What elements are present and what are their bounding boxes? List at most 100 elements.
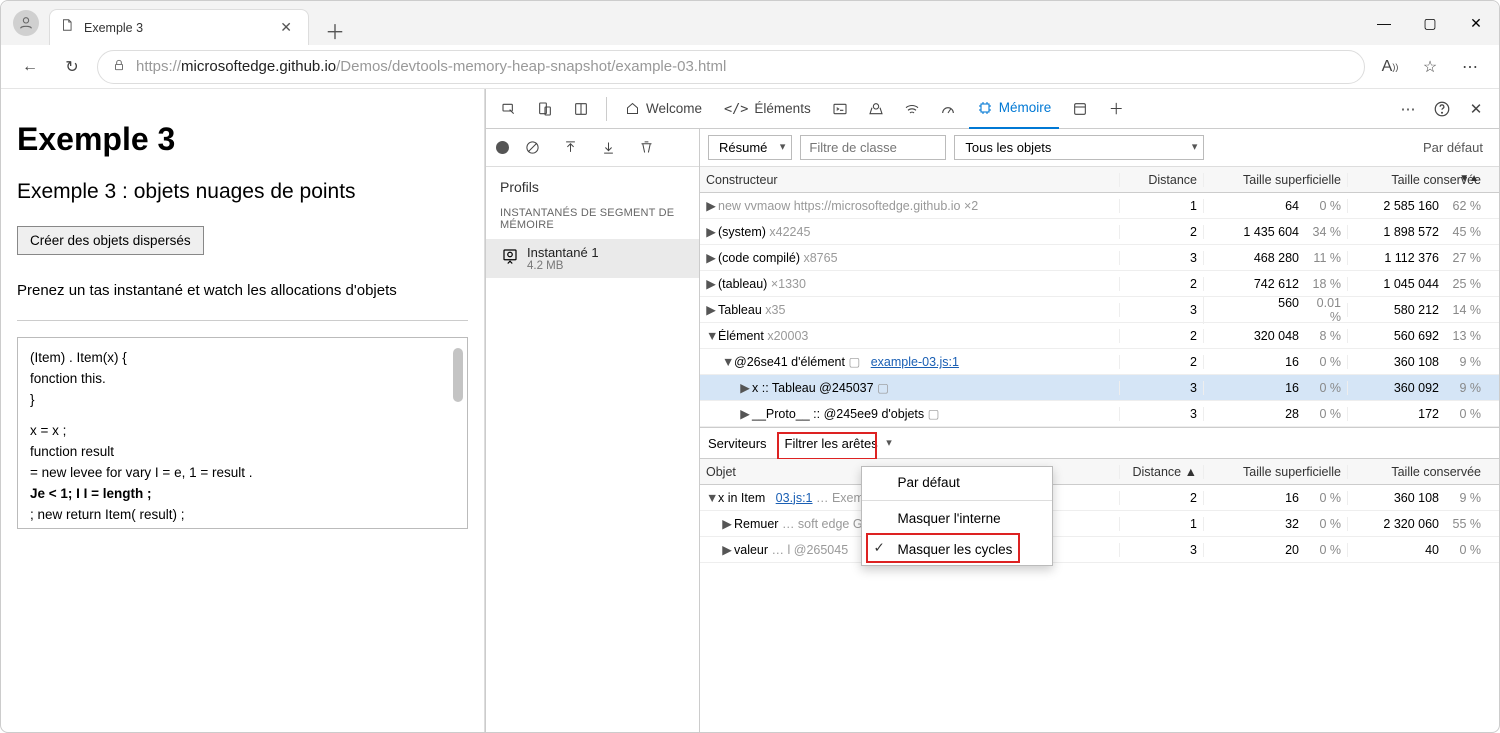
table-row[interactable]: ▶__Proto__ :: @245ee9 d'objets ▢3280 %17… [700,401,1499,427]
retainers-header: Objet Distance ▲ Taille superficielle Ta… [700,459,1499,485]
table-row[interactable]: ▶valeur … l @2650453200 %400 % [700,537,1499,563]
constructors-grid: ▶new vvmaow https://microsoftedge.github… [700,193,1499,427]
table-row[interactable]: ▶x :: Tableau @245037 ▢3160 %360 0929 % [700,375,1499,401]
devtools-panel: Welcome </>Éléments Mémoire ＋ ⋯ ✕ [485,89,1499,732]
memory-sidebar: Profils INSTANTANÉS DE SEGMENT DE MÉMOIR… [486,129,700,732]
browser-tab-active[interactable]: Exemple 3 ✕ [49,9,309,45]
table-row[interactable]: ▶new vvmaow https://microsoftedge.github… [700,193,1499,219]
retainers-bar: Serviteurs Filtrer les arêtes Par défaut… [700,427,1499,459]
download-icon[interactable] [593,133,623,163]
window-controls: — ▢ ✕ [1361,3,1499,43]
menu-default[interactable]: Par défaut [862,467,1052,498]
performance-icon[interactable] [933,94,963,124]
back-button[interactable]: ← [13,50,47,84]
gc-icon[interactable] [631,133,661,163]
memory-main: Résumé Tous les objets Par défaut Constr… [700,129,1499,732]
memory-controls [486,129,699,167]
create-objects-button[interactable]: Créer des objets dispersés [17,226,204,255]
grouping-dropdown[interactable]: Par défaut [1423,140,1491,155]
clear-button[interactable] [517,133,547,163]
highlight-filter-dropdown [777,432,877,460]
memory-filterbar: Résumé Tous les objets Par défaut [700,129,1499,167]
table-row[interactable]: ▼x in Item 03.js:1 … Exemple-2160 %360 1… [700,485,1499,511]
address-bar: ← ↻ https:// microsoftedge.github.io /De… [1,45,1499,89]
record-button[interactable] [496,141,509,154]
read-aloud-icon[interactable]: A)) [1373,50,1407,84]
highlight-hide-cycles [866,533,1020,563]
page-content: Exemple 3 Exemple 3 : objets nuages de p… [1,89,485,732]
snapshot-icon [501,247,519,270]
tab-strip: Exemple 3 ✕ ＋ [49,1,361,45]
code-line: ; new return Item( result) ; [30,505,455,526]
snapshot-name: Instantané 1 [527,245,599,260]
more-button[interactable]: ⋯ [1453,50,1487,84]
url-input[interactable]: https:// microsoftedge.github.io /Demos/… [97,50,1365,84]
application-icon[interactable] [1065,94,1095,124]
devtools-more-button[interactable]: ⋯ [1393,94,1423,124]
tab-memory[interactable]: Mémoire [969,89,1060,129]
more-tabs-button[interactable]: ＋ [1101,94,1131,124]
col-distance[interactable]: Distance [1119,173,1203,187]
page-icon [60,18,74,37]
filter-edges-menu: Par défaut Masquer l'interne Masquer les… [861,466,1053,566]
heap-snapshots-label: INSTANTANÉS DE SEGMENT DE MÉMOIRE [486,207,699,239]
profiles-label: Profils [486,167,699,207]
url-path: /Demos/devtools-memory-heap-snapshot/exa… [336,58,726,75]
class-filter-input[interactable] [800,135,946,160]
table-row[interactable]: ▶(system) x4224521 435 60434 %1 898 5724… [700,219,1499,245]
main-split: Exemple 3 Exemple 3 : objets nuages de p… [1,89,1499,732]
dock-icon[interactable] [566,94,596,124]
table-row[interactable]: ▶Remuer … soft edge GitHub :1320 %2 320 … [700,511,1499,537]
devtools-close-button[interactable]: ✕ [1461,94,1491,124]
col-shallow[interactable]: Taille superficielle [1203,173,1347,187]
device-icon[interactable] [530,94,560,124]
console-icon[interactable] [825,94,855,124]
refresh-button[interactable]: ↻ [55,50,89,84]
favorite-icon[interactable]: ☆ [1413,50,1447,84]
new-tab-button[interactable]: ＋ [309,16,361,45]
code-line: function result [30,442,455,463]
url-scheme: https:// [136,58,181,75]
objects-dropdown[interactable]: Tous les objets [954,135,1204,160]
minimize-button[interactable]: — [1361,3,1407,43]
maximize-button[interactable]: ▢ [1407,3,1453,43]
inspect-icon[interactable] [494,94,524,124]
snapshot-item[interactable]: Instantané 1 4.2 MB [486,239,699,278]
sources-icon[interactable] [861,94,891,124]
lock-icon [112,58,126,76]
tab-welcome[interactable]: Welcome [617,89,710,129]
code-line: (Item) . Item(x) { [30,348,455,369]
page-h2: Exemple 3 : objets nuages de points [17,180,468,204]
code-line: } [30,390,455,411]
tab-close-button[interactable]: ✕ [274,19,298,36]
separator [17,320,468,321]
col-distance-2[interactable]: Distance ▲ [1119,465,1203,479]
upload-icon[interactable] [555,133,585,163]
table-row[interactable]: ▼@26se41 d'élément ▢ example-03.js:12160… [700,349,1499,375]
tab-elements[interactable]: </>Éléments [716,89,819,129]
table-row[interactable]: ▶(tableau) ×13302742 61218 %1 045 04425 … [700,271,1499,297]
codebox-scrollbar[interactable] [451,342,465,526]
code-line: = new levee for vary I = e, 1 = result . [30,463,455,484]
col-constructor[interactable]: Constructeur [700,173,1119,187]
table-row[interactable]: ▼Élément x200032320 0488 %560 69213 % [700,323,1499,349]
retainers-label: Serviteurs [708,436,767,451]
code-listing: (Item) . Item(x) { fonction this. } x = … [17,337,468,529]
menu-hide-internal[interactable]: Masquer l'interne [862,503,1052,534]
close-window-button[interactable]: ✕ [1453,3,1499,43]
table-row[interactable]: ▶Tableau x3535600.01 %580 21214 % [700,297,1499,323]
col-retained-2[interactable]: Taille conservée [1347,465,1499,479]
devtools-toolbar: Welcome </>Éléments Mémoire ＋ ⋯ ✕ [486,89,1499,129]
code-line: x = x ; [30,421,455,442]
table-row[interactable]: ▶(code compilé) x87653468 28011 %1 112 3… [700,245,1499,271]
network-icon[interactable] [897,94,927,124]
page-paragraph: Prenez un tas instantané et watch les al… [17,279,468,302]
snapshot-size: 4.2 MB [527,260,599,272]
col-shallow-2[interactable]: Taille superficielle [1203,465,1347,479]
url-host: microsoftedge.github.io [181,58,336,75]
page-h1: Exemple 3 [17,121,468,158]
devtools-help-button[interactable] [1427,94,1457,124]
summary-dropdown[interactable]: Résumé [708,135,792,160]
profile-avatar[interactable] [13,10,39,36]
col-retained[interactable]: Taille conservée▼▲ [1347,173,1499,187]
